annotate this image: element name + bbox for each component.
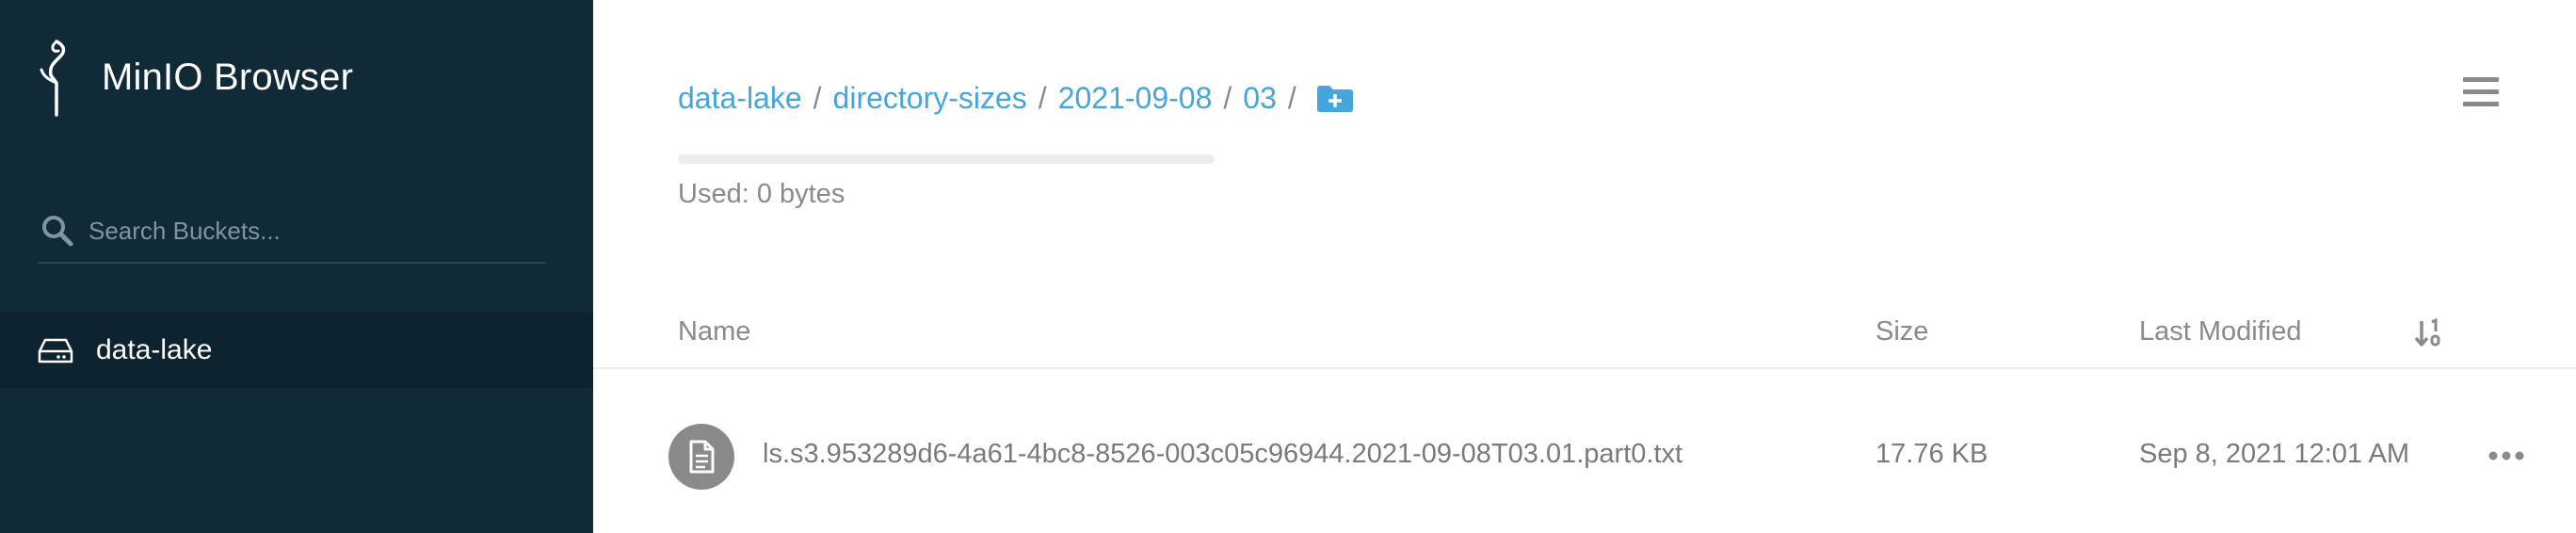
minio-browser-window: MinIO Browser data-lake data-lake / dire… (0, 0, 2576, 533)
usage-progress-bar (678, 154, 1215, 164)
breadcrumb-separator: / (813, 80, 822, 115)
hamburger-menu-icon[interactable] (2463, 75, 2499, 109)
table-row[interactable]: ls.s3.953289d6-4a61-4bc8-8526-003c05c969… (593, 396, 2576, 518)
more-actions-icon[interactable] (2487, 444, 2525, 467)
breadcrumb-item-date[interactable]: 2021-09-08 (1058, 81, 1213, 116)
sidebar: MinIO Browser data-lake (0, 0, 593, 533)
table-header: Name Size Last Modified (593, 294, 2576, 369)
sort-icon[interactable] (2414, 318, 2442, 348)
document-icon (689, 440, 715, 474)
bucket-search (38, 200, 546, 264)
breadcrumb-item-hour[interactable]: 03 (1243, 81, 1277, 116)
column-header-size[interactable]: Size (1876, 316, 1928, 347)
file-icon (668, 424, 734, 490)
breadcrumb-separator: / (1038, 80, 1047, 115)
breadcrumb-separator: / (1287, 80, 1296, 115)
breadcrumb-item-directory-sizes[interactable]: directory-sizes (833, 81, 1027, 116)
app-title: MinIO Browser (102, 56, 354, 98)
column-header-name[interactable]: Name (678, 316, 750, 347)
main-content: data-lake / directory-sizes / 2021-09-08… (593, 0, 2576, 533)
search-input[interactable] (89, 212, 546, 250)
breadcrumb-separator: / (1223, 80, 1232, 115)
brand: MinIO Browser (36, 38, 353, 117)
file-last-modified: Sep 8, 2021 12:01 AM (2139, 439, 2409, 469)
breadcrumb: data-lake / directory-sizes / 2021-09-08… (678, 73, 1355, 122)
search-icon (42, 216, 73, 247)
file-name[interactable]: ls.s3.953289d6-4a61-4bc8-8526-003c05c969… (763, 439, 1682, 470)
sidebar-item-data-lake[interactable]: data-lake (0, 313, 593, 388)
minio-logo-icon (40, 40, 66, 117)
folder-add-icon[interactable] (1315, 83, 1355, 113)
breadcrumb-item-bucket[interactable]: data-lake (678, 81, 802, 116)
usage-text: Used: 0 bytes (678, 179, 845, 209)
file-size: 17.76 KB (1876, 439, 1988, 469)
sidebar-item-label: data-lake (96, 334, 213, 365)
drive-icon (38, 338, 73, 363)
column-header-last-modified[interactable]: Last Modified (2139, 316, 2302, 347)
